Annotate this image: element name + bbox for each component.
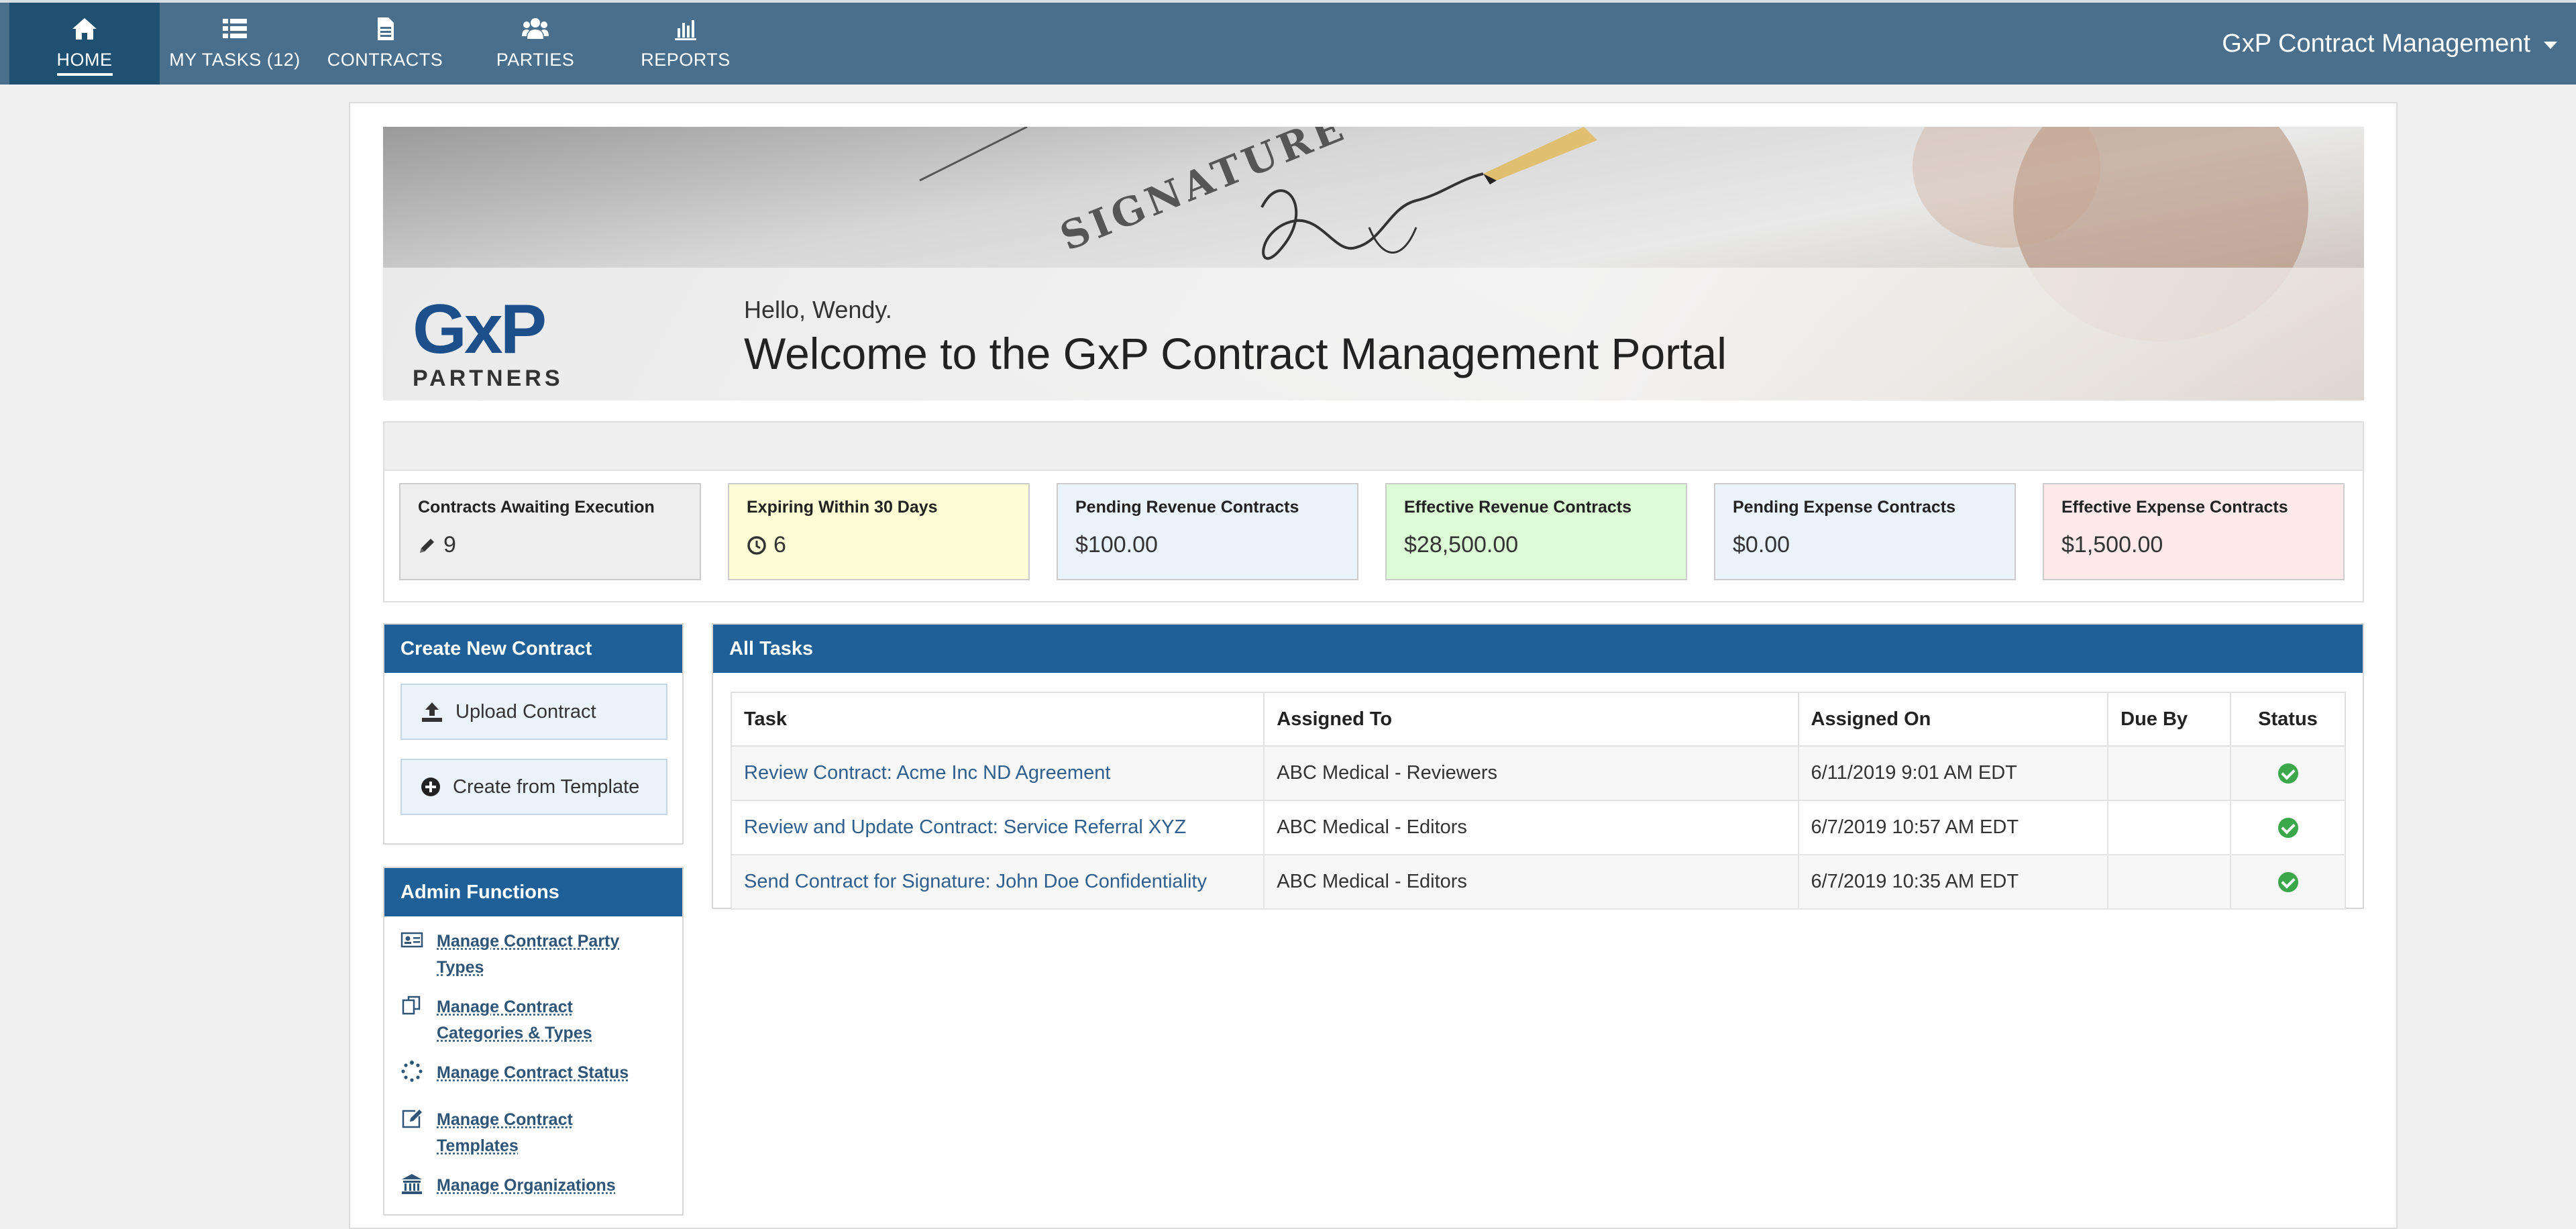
tasks-table: Task Assigned To Assigned On Due By Stat… — [731, 692, 2346, 910]
admin-functions-header: Admin Functions — [384, 868, 682, 916]
column-header-task[interactable]: Task — [731, 692, 1264, 746]
document-icon — [372, 16, 398, 42]
brand-menu[interactable]: GxP Contract Management — [2222, 30, 2557, 58]
bar-chart-icon — [672, 16, 699, 42]
create-contract-header: Create New Contract — [384, 625, 682, 673]
column-header-assigned-to[interactable]: Assigned To — [1264, 692, 1798, 746]
chevron-down-icon — [2544, 42, 2557, 49]
admin-manage-organizations[interactable]: Manage Organizations — [400, 1173, 616, 1199]
upload-icon — [421, 701, 443, 723]
stat-pending-expense[interactable]: Pending Expense Contracts $0.00 — [1714, 483, 2016, 580]
admin-manage-categories-types[interactable]: Manage Contract Categories & Types — [400, 994, 592, 1047]
status-cell — [2231, 746, 2345, 800]
id-card-icon — [400, 928, 423, 951]
check-circle-icon — [2278, 818, 2298, 838]
stat-awaiting-execution[interactable]: Contracts Awaiting Execution 9 — [399, 483, 701, 580]
nav-home[interactable]: HOME — [9, 3, 160, 85]
gxp-partners-logo: GxP PARTNERS — [413, 295, 560, 395]
table-row: Send Contract for Signature: John Doe Co… — [731, 855, 2345, 909]
create-from-template-button[interactable]: Create from Template — [400, 759, 667, 815]
stat-expiring-30-days[interactable]: Expiring Within 30 Days 6 — [728, 483, 1030, 580]
all-tasks-header: All Tasks — [713, 625, 2363, 673]
assigned-to-cell: ABC Medical - Reviewers — [1264, 746, 1798, 800]
edit-icon — [400, 1107, 423, 1130]
users-icon — [522, 16, 549, 42]
greeting: Hello, Wendy. — [744, 296, 892, 324]
page-title: Welcome to the GxP Contract Management P… — [744, 328, 1727, 379]
task-link[interactable]: Send Contract for Signature: John Doe Co… — [731, 855, 1264, 909]
create-contract-panel: Create New Contract Upload Contract Crea… — [383, 623, 684, 845]
nav-parties[interactable]: PARTIES — [460, 3, 610, 85]
home-icon — [71, 16, 98, 42]
task-link[interactable]: Review and Update Contract: Service Refe… — [731, 800, 1264, 855]
admin-manage-status[interactable]: Manage Contract Status — [400, 1060, 629, 1086]
column-header-assigned-on[interactable]: Assigned On — [1799, 692, 2108, 746]
nav-reports[interactable]: REPORTS — [610, 3, 761, 85]
check-circle-icon — [2278, 763, 2298, 784]
stat-effective-expense[interactable]: Effective Expense Contracts $1,500.00 — [2043, 483, 2345, 580]
admin-manage-party-types[interactable]: Manage Contract Party Types — [400, 928, 619, 981]
spinner-icon — [400, 1060, 423, 1083]
stat-pending-revenue[interactable]: Pending Revenue Contracts $100.00 — [1057, 483, 1358, 580]
stat-effective-revenue[interactable]: Effective Revenue Contracts $28,500.00 — [1385, 483, 1687, 580]
all-tasks-panel: All Tasks Task Assigned To Assigned On D… — [712, 623, 2364, 909]
top-navigation: HOME MY TASKS (12) CONTRACTS PARTIES REP… — [0, 0, 2576, 85]
brand-title: GxP Contract Management — [2222, 30, 2530, 58]
clock-icon — [747, 535, 767, 555]
column-header-status[interactable]: Status — [2231, 692, 2345, 746]
assigned-on-cell: 6/7/2019 10:57 AM EDT — [1799, 800, 2108, 855]
due-by-cell — [2108, 746, 2231, 800]
column-header-due-by[interactable]: Due By — [2108, 692, 2231, 746]
assigned-to-cell: ABC Medical - Editors — [1264, 855, 1798, 909]
due-by-cell — [2108, 855, 2231, 909]
pencil-icon — [418, 536, 437, 555]
nav-contracts[interactable]: CONTRACTS — [310, 3, 460, 85]
due-by-cell — [2108, 800, 2231, 855]
bank-icon — [400, 1173, 423, 1195]
status-cell — [2231, 855, 2345, 909]
assigned-on-cell: 6/11/2019 9:01 AM EDT — [1799, 746, 2108, 800]
admin-functions-panel: Admin Functions Manage Contract Party Typ… — [383, 867, 684, 1216]
admin-manage-templates[interactable]: Manage Contract Templates — [400, 1107, 573, 1159]
upload-contract-button[interactable]: Upload Contract — [400, 684, 667, 740]
check-circle-icon — [2278, 872, 2298, 892]
plus-circle-icon — [421, 777, 441, 797]
task-link[interactable]: Review Contract: Acme Inc ND Agreement — [731, 746, 1264, 800]
table-row: Review and Update Contract: Service Refe… — [731, 800, 2345, 855]
assigned-on-cell: 6/7/2019 10:35 AM EDT — [1799, 855, 2108, 909]
hero-banner: SIGNATURE GxP PARTNERS Hello, Wendy. Wel… — [383, 127, 2364, 400]
status-cell — [2231, 800, 2345, 855]
copy-icon — [400, 994, 423, 1017]
list-icon — [221, 16, 248, 42]
nav-my-tasks[interactable]: MY TASKS (12) — [160, 3, 310, 85]
stats-panel: Contracts Awaiting Execution 9 Expiring … — [383, 421, 2364, 602]
assigned-to-cell: ABC Medical - Editors — [1264, 800, 1798, 855]
table-header-row: Task Assigned To Assigned On Due By Stat… — [731, 692, 2345, 746]
table-row: Review Contract: Acme Inc ND Agreement A… — [731, 746, 2345, 800]
